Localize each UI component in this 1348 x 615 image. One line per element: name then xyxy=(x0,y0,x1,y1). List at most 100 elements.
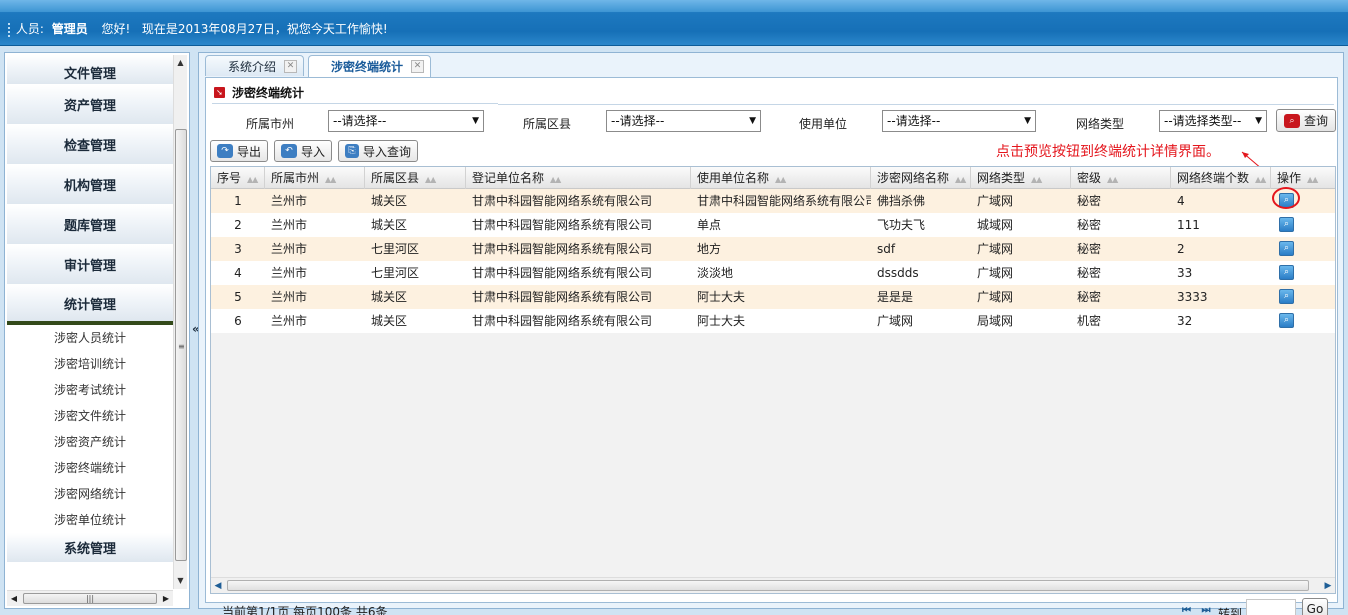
cell-index: 2 xyxy=(234,218,242,232)
preview-search-icon[interactable]: ⌕ xyxy=(1279,217,1294,232)
column-header-reg-unit[interactable]: 登记单位名称 ▲▲ xyxy=(466,167,691,189)
tab-content: ➘ 涉密终端统计 所属市州 --请选择-- ▼ 所属区县 --请选择-- ▼ 使… xyxy=(205,77,1339,615)
cell-district: 七里河区 xyxy=(371,242,420,256)
column-header-actions[interactable]: 操作 ▲▲ xyxy=(1271,167,1335,189)
cell-use-unit: 阿士大夫 xyxy=(697,290,746,304)
column-header-net-type[interactable]: 网络类型 ▲▲ xyxy=(971,167,1071,189)
sidebar-item-exam-stats[interactable]: 涉密考试统计 xyxy=(7,377,173,403)
cell-district: 城关区 xyxy=(371,314,408,328)
cell-net-name: dssdds xyxy=(877,266,919,280)
sidebar-item-document-stats[interactable]: 涉密文件统计 xyxy=(7,403,173,429)
cell-terminal-count: 33 xyxy=(1177,266,1193,280)
grid-hscroll-thumb[interactable] xyxy=(227,580,1309,591)
welcome-bar: 人员: 管理员 您好! 现在是2013年08月27日，祝您今天工作愉快! xyxy=(8,20,388,37)
sidebar-hscroll-thumb[interactable]: ||| xyxy=(23,593,157,604)
goto-label: 转到 xyxy=(1218,607,1243,615)
preview-search-icon[interactable]: ⌕ xyxy=(1279,313,1294,328)
last-page-icon[interactable]: ⏭ xyxy=(1201,605,1210,615)
sidebar-vertical-scrollbar[interactable]: ▲ ≡ ▼ xyxy=(173,55,187,589)
sidebar-section-question-bank[interactable]: 题库管理 xyxy=(7,205,173,245)
city-select[interactable]: --请选择-- ▼ xyxy=(328,110,484,132)
go-button[interactable]: Go xyxy=(1302,598,1328,615)
cell-secret-level: 秘密 xyxy=(1077,194,1102,208)
tab-system-intro[interactable]: 系统介绍 ✕ xyxy=(205,55,305,76)
table-row[interactable]: 1 兰州市 城关区 甘肃中科园智能网络系统有限公司 甘肃中科园智能网络系统有限公司 佛挡杀… xyxy=(211,189,1335,213)
cell-terminal-count: 3333 xyxy=(1177,290,1208,304)
cell-reg-unit: 甘肃中科园智能网络系统有限公司 xyxy=(472,314,653,328)
filter-bar: 所属市州 --请选择-- ▼ 所属区县 --请选择-- ▼ 使用单位 --请选择… xyxy=(206,109,1339,134)
export-button[interactable]: ↷ 导出 xyxy=(210,140,269,162)
first-page-icon[interactable]: ⏮ xyxy=(1182,605,1191,615)
close-icon[interactable]: ✕ xyxy=(411,60,425,73)
sidebar-scroll-thumb[interactable]: ≡ xyxy=(175,129,187,561)
sidebar-section-audit[interactable]: 审计管理 xyxy=(7,245,173,285)
sidebar-section-file[interactable]: 文件管理 xyxy=(7,55,173,85)
cell-net-type: 广域网 xyxy=(977,242,1014,256)
goto-page-input[interactable] xyxy=(1246,599,1296,615)
sidebar-horizontal-scrollbar[interactable]: ◀ ||| ▶ xyxy=(7,590,173,606)
dropdown-arrow-icon: ▼ xyxy=(749,116,756,126)
column-header-district[interactable]: 所属区县 ▲▲ xyxy=(365,167,466,189)
sidebar-section-inspection[interactable]: 检查管理 xyxy=(7,125,173,165)
cell-net-name: sdf xyxy=(877,242,896,256)
table-row[interactable]: 4 兰州市 七里河区 甘肃中科园智能网络系统有限公司 淡淡地 dssdds 广域网 秘密 33 ⌕ xyxy=(211,261,1335,285)
sidebar-item-asset-stats[interactable]: 涉密资产统计 xyxy=(7,429,173,455)
net-type-select-value: --请选择类型-- xyxy=(1164,114,1242,128)
cell-index: 1 xyxy=(234,194,242,208)
column-header-index[interactable]: 序号 ▲▲ xyxy=(211,167,265,189)
unit-select-value: --请选择-- xyxy=(887,114,941,128)
cell-index: 5 xyxy=(234,290,242,304)
table-row[interactable]: 6 兰州市 城关区 甘肃中科园智能网络系统有限公司 阿士大夫 广域网 局域网 机密 32 ⌕ xyxy=(211,309,1335,333)
sidebar-item-personnel-stats[interactable]: 涉密人员统计 xyxy=(7,325,173,351)
tab-bar: 系统介绍 ✕ 涉密终端统计 ✕ xyxy=(205,55,435,77)
greeting-text: 您好! xyxy=(101,22,131,36)
cell-index: 3 xyxy=(234,242,242,256)
scroll-left-icon[interactable]: ◀ xyxy=(7,591,21,607)
header-strip xyxy=(0,0,1348,12)
scroll-left-icon[interactable]: ◀ xyxy=(211,578,225,593)
sidebar-section-statistics[interactable]: 统计管理 xyxy=(7,285,173,325)
district-select[interactable]: --请选择-- ▼ xyxy=(606,110,761,132)
table-row[interactable]: 3 兰州市 七里河区 甘肃中科园智能网络系统有限公司 地方 sdf 广域网 秘密 2 ⌕ xyxy=(211,237,1335,261)
scroll-right-icon[interactable]: ▶ xyxy=(159,591,173,607)
column-header-terminal-count[interactable]: 网络终端个数 ▲▲ xyxy=(1171,167,1271,189)
scroll-right-icon[interactable]: ▶ xyxy=(1321,578,1335,593)
column-header-use-unit[interactable]: 使用单位名称 ▲▲ xyxy=(691,167,871,189)
import-button[interactable]: ↶ 导入 xyxy=(274,140,333,162)
sidebar-item-terminal-stats[interactable]: 涉密终端统计 xyxy=(7,455,173,481)
query-button[interactable]: ⌕ 查询 xyxy=(1276,109,1336,132)
sidebar-section-organization[interactable]: 机构管理 xyxy=(7,165,173,205)
cell-secret-level: 秘密 xyxy=(1077,218,1102,232)
scroll-down-icon[interactable]: ▼ xyxy=(174,573,187,589)
section-title-text: 涉密终端统计 xyxy=(232,86,305,100)
sidebar-section-assets[interactable]: 资产管理 xyxy=(7,85,173,125)
cell-net-type: 广域网 xyxy=(977,290,1014,304)
preview-search-icon[interactable]: ⌕ xyxy=(1279,289,1294,304)
column-header-net-name[interactable]: 涉密网络名称 ▲▲ xyxy=(871,167,971,189)
cell-reg-unit: 甘肃中科园智能网络系统有限公司 xyxy=(472,242,653,256)
query-icon: ⌕ xyxy=(1283,113,1300,128)
sidebar-item-network-stats[interactable]: 涉密网络统计 xyxy=(7,481,173,507)
tab-terminal-stats[interactable]: 涉密终端统计 ✕ xyxy=(308,55,432,77)
close-icon[interactable]: ✕ xyxy=(284,59,298,73)
cell-district: 城关区 xyxy=(371,218,408,232)
table-row[interactable]: 5 兰州市 城关区 甘肃中科园智能网络系统有限公司 阿士大夫 是是是 广域网 秘密 3333 ⌕ xyxy=(211,285,1335,309)
cell-reg-unit: 甘肃中科园智能网络系统有限公司 xyxy=(472,194,653,208)
cell-city: 兰州市 xyxy=(271,218,308,232)
sidebar-section-system[interactable]: 系统管理 xyxy=(7,533,173,563)
grid-horizontal-scrollbar[interactable]: ◀ ▶ xyxy=(211,577,1335,593)
sidebar-item-training-stats[interactable]: 涉密培训统计 xyxy=(7,351,173,377)
preview-search-icon[interactable]: ⌕ xyxy=(1279,265,1294,280)
table-row[interactable]: 2 兰州市 城关区 甘肃中科园智能网络系统有限公司 单点 飞功夫飞 城域网 秘密 111 ⌕ xyxy=(211,213,1335,237)
cell-net-type: 广域网 xyxy=(977,266,1014,280)
sidebar-item-unit-stats[interactable]: 涉密单位统计 xyxy=(7,507,173,533)
net-type-select[interactable]: --请选择类型-- ▼ xyxy=(1159,110,1267,132)
scroll-up-icon[interactable]: ▲ xyxy=(174,55,187,71)
unit-select[interactable]: --请选择-- ▼ xyxy=(882,110,1036,132)
column-header-secret-level[interactable]: 密级 ▲▲ xyxy=(1071,167,1171,189)
user-label: 人员: xyxy=(15,22,44,36)
preview-search-icon[interactable]: ⌕ xyxy=(1279,241,1294,256)
column-header-city[interactable]: 所属市州 ▲▲ xyxy=(265,167,365,189)
cell-reg-unit: 甘肃中科园智能网络系统有限公司 xyxy=(472,290,653,304)
import-query-button[interactable]: ⎘ 导入查询 xyxy=(338,140,419,162)
